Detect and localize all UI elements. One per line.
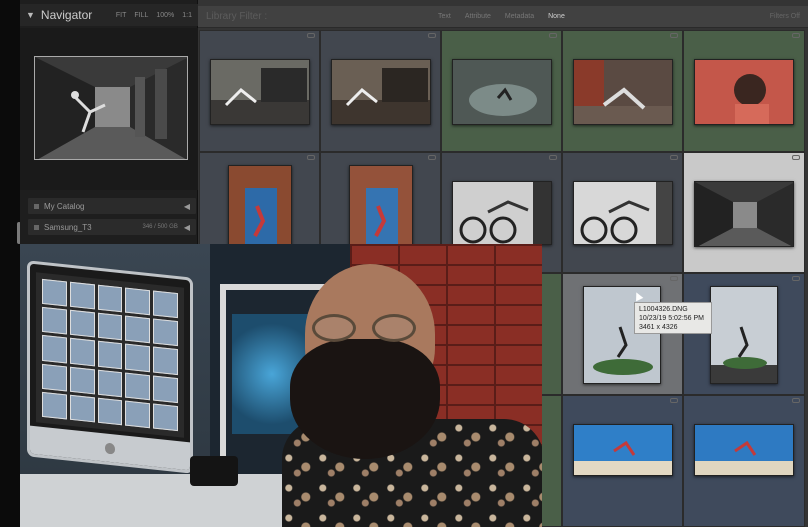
grid-cell[interactable] <box>320 30 441 152</box>
photo-info-tooltip: L1004326.DNG 10/23/19 5:02:56 PM 3461 x … <box>634 302 712 334</box>
badge-icon <box>670 155 678 160</box>
navigator-title: Navigator <box>40 8 93 22</box>
navigator-header[interactable]: ▼ Navigator FIT FILL 100% 1:1 <box>20 4 198 26</box>
grid-cell[interactable] <box>541 395 562 527</box>
navigator-photo[interactable] <box>34 56 188 160</box>
grid-cell[interactable] <box>683 273 805 395</box>
drive-capacity: 346 / 500 GB <box>142 224 178 230</box>
webcam-video-overlay <box>20 244 542 527</box>
grid-cell[interactable] <box>683 395 805 527</box>
catalog-label: My Catalog <box>44 201 85 211</box>
grid-cell[interactable] <box>562 30 683 152</box>
photo-thumbnail[interactable] <box>573 424 673 476</box>
photo-thumbnail[interactable] <box>694 181 794 247</box>
video-imac <box>30 263 190 471</box>
photo-thumbnail[interactable] <box>710 286 778 384</box>
tooltip-dimensions: 3461 x 4326 <box>639 324 678 331</box>
video-camera-on-desk <box>190 456 238 486</box>
badge-icon <box>307 155 315 160</box>
badge-icon <box>670 276 678 281</box>
badge-icon <box>670 398 678 403</box>
badge-icon <box>670 33 678 38</box>
filter-attribute[interactable]: Attribute <box>465 13 491 20</box>
photo-thumbnail[interactable] <box>583 286 661 384</box>
badge-icon <box>428 155 436 160</box>
photo-thumbnail[interactable] <box>694 59 794 125</box>
expand-arrow-icon[interactable]: ◀ <box>184 202 190 211</box>
badge-icon <box>428 33 436 38</box>
filters-off-toggle[interactable]: Filters Off <box>770 13 800 20</box>
video-imac-screen <box>36 272 184 438</box>
zoom-fill[interactable]: FILL <box>134 12 148 19</box>
badge-icon <box>549 33 557 38</box>
expand-arrow-icon[interactable]: ◀ <box>184 223 190 232</box>
grid-cell[interactable] <box>441 30 562 152</box>
panel-row-drive[interactable]: Samsung_T3 346 / 500 GB ◀ <box>28 219 196 235</box>
tooltip-filename: L1004326.DNG <box>639 306 688 313</box>
grid-cell[interactable] <box>562 152 683 273</box>
catalog-icon <box>34 203 39 209</box>
filter-text[interactable]: Text <box>438 13 451 20</box>
badge-icon <box>792 33 800 38</box>
drive-label: Samsung_T3 <box>44 222 92 232</box>
grid-cell[interactable] <box>541 273 562 395</box>
photo-thumbnail[interactable] <box>573 181 673 245</box>
photo-thumbnail[interactable] <box>573 59 673 125</box>
grid-cell-selected[interactable] <box>683 152 805 273</box>
badge-icon <box>792 276 800 281</box>
filter-options: Text Attribute Metadata None <box>438 13 565 20</box>
badge-icon <box>307 33 315 38</box>
filter-metadata[interactable]: Metadata <box>505 13 534 20</box>
navigator-zoom-options: FIT FILL 100% 1:1 <box>116 12 192 19</box>
zoom-1-1[interactable]: 1:1 <box>182 12 192 19</box>
badge-icon <box>549 155 557 160</box>
navigator-preview <box>20 28 198 190</box>
video-person-beard <box>290 339 440 459</box>
badge-icon <box>792 398 800 403</box>
photo-thumbnail[interactable] <box>694 424 794 476</box>
drive-icon <box>34 224 39 230</box>
glasses-lens-left <box>312 314 356 342</box>
photo-thumbnail[interactable] <box>210 59 310 125</box>
apple-logo-icon <box>105 442 115 455</box>
tooltip-date: 10/23/19 5:02:56 PM <box>639 315 704 322</box>
photo-thumbnail[interactable] <box>452 181 552 245</box>
video-person-glasses <box>312 314 422 344</box>
grid-cell[interactable] <box>562 395 683 527</box>
collapse-triangle-icon[interactable]: ▼ <box>26 10 35 20</box>
library-filter-label: Library Filter : <box>206 11 268 22</box>
zoom-100[interactable]: 100% <box>156 12 174 19</box>
photo-thumbnail[interactable] <box>331 59 431 125</box>
filter-none[interactable]: None <box>548 13 565 20</box>
grid-cell-hovered[interactable] <box>562 273 683 395</box>
grid-cell[interactable] <box>199 30 320 152</box>
photo-thumbnail[interactable] <box>452 59 552 125</box>
panel-row-catalog[interactable]: My Catalog ◀ <box>28 198 196 214</box>
grid-cell[interactable] <box>683 30 805 152</box>
glasses-lens-right <box>372 314 416 342</box>
zoom-fit[interactable]: FIT <box>116 12 127 19</box>
window-edge <box>0 0 20 527</box>
library-filter-bar: Library Filter : Text Attribute Metadata… <box>198 6 808 28</box>
badge-icon <box>792 155 800 160</box>
